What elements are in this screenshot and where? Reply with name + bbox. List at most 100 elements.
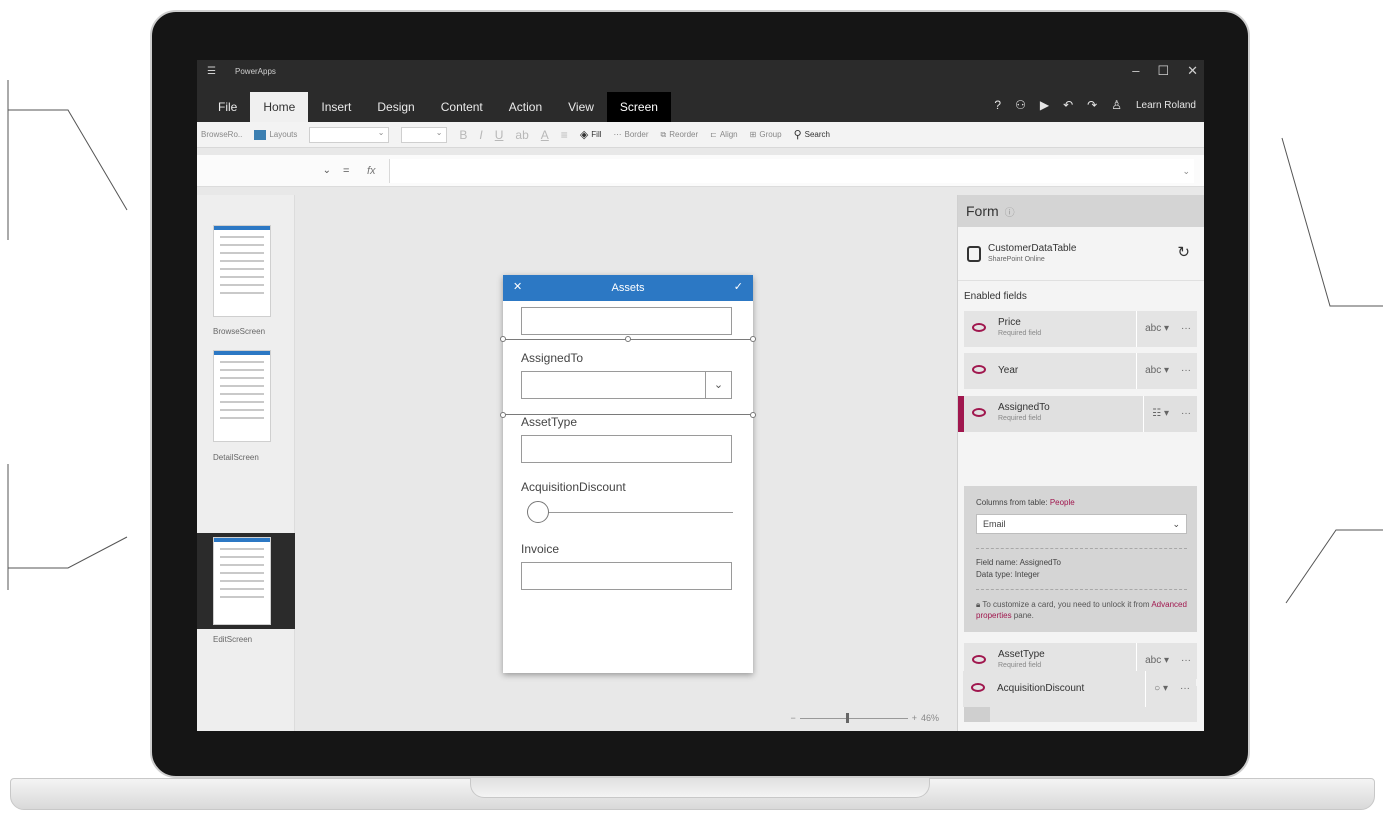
checkmark-icon[interactable]: ✓ [734,280,743,293]
redo-icon[interactable]: ↷ [1087,98,1097,112]
eye-icon[interactable] [972,655,986,664]
bold-icon[interactable]: B [459,128,467,142]
data-type-meta: Data type: Integer [976,570,1040,579]
refresh-icon[interactable]: ↻ [1177,243,1190,261]
screen-thumbnail-edit[interactable] [213,537,271,625]
chevron-down-icon[interactable]: ⌄ [1182,159,1190,183]
resize-handle[interactable] [500,336,506,342]
edit-form-preview[interactable]: ✕ Assets ✓ AssignedTo ⌄ AssetType Acquis… [500,275,756,673]
undo-icon[interactable]: ↶ [1063,98,1073,112]
resize-handle[interactable] [750,412,756,418]
fill-label: Fill [591,130,602,139]
underline-icon[interactable]: U [495,128,504,142]
fx-icon: fx [367,165,376,177]
font-select[interactable]: ⌄ [309,126,390,143]
selected-accent [958,396,964,432]
font-size-select[interactable]: ⌄ [401,126,448,143]
fill-button[interactable]: ◈ Fill [580,128,602,141]
help-icon[interactable]: ? [994,98,1001,112]
discount-slider-knob[interactable] [527,501,549,523]
zoom-slider[interactable] [799,712,908,723]
datasource-row[interactable]: CustomerDataTable SharePoint Online ↻ [958,227,1204,281]
formula-input[interactable] [389,159,1194,183]
close-button[interactable]: ✕ [1187,63,1198,79]
zoom-slider-knob[interactable] [845,712,849,723]
more-icon[interactable]: ··· [1181,311,1191,347]
field-card-year[interactable]: Year abc ▾ ··· [964,353,1197,389]
tab-view[interactable]: View [555,92,607,122]
browse-screen-label[interactable]: BrowseRo.. [201,130,242,139]
column-dropdown[interactable]: Email ⌄ [976,514,1187,534]
screen-label-browse: BrowseScreen [213,327,266,336]
laptop-notch [470,778,930,798]
database-icon [967,246,981,262]
play-icon[interactable]: ▶ [1040,98,1049,112]
control-type-select[interactable]: abc ▾ [1136,311,1169,347]
screen-label-edit: EditScreen [213,635,253,644]
zoom-in-button[interactable]: + [912,713,917,723]
formula-bar: ⌄ = fx ⌄ [197,155,1204,187]
tab-content[interactable]: Content [428,92,496,122]
screen-thumbnail-browse[interactable] [213,225,271,317]
screen-thumbnail-detail[interactable] [213,350,271,442]
resize-handle[interactable] [500,412,506,418]
search-button[interactable]: ⚲ Search [794,128,830,141]
eye-icon[interactable] [972,323,986,332]
divider [976,589,1187,590]
tab-design[interactable]: Design [364,92,427,122]
field-card-acquisitiondiscount[interactable]: AcquisitionDiscount ○ ▾ ··· [963,671,1196,707]
italic-icon[interactable]: I [479,128,482,142]
invoice-input[interactable] [521,562,732,590]
border-button[interactable]: ⋯ Border [614,130,649,139]
resize-handle[interactable] [625,336,631,342]
user-icon[interactable]: ♙ [1111,98,1122,112]
control-type-select[interactable]: ☷ ▾ [1143,396,1169,432]
control-type-select[interactable]: ○ ▾ [1145,671,1168,707]
chevron-down-icon: ⌄ [705,372,731,398]
top-text-input[interactable] [521,307,732,335]
align-button[interactable]: ⊏ Align [710,130,738,139]
discount-slider-track[interactable] [533,512,733,513]
control-type-select[interactable]: abc ▾ [1136,353,1169,389]
property-select[interactable]: ⌄ [197,159,337,183]
assigned-to-dropdown[interactable]: ⌄ [521,371,732,399]
maximize-button[interactable]: ☐ [1157,63,1169,79]
chevron-down-icon: ⌄ [1172,519,1180,529]
eye-icon[interactable] [972,365,986,374]
layouts-button[interactable]: Layouts [254,129,297,140]
minimize-button[interactable]: – [1132,63,1139,79]
group-button[interactable]: ⊞ Group [750,130,782,139]
menu-icon[interactable]: ☰ [207,66,216,77]
info-icon[interactable]: ⓘ [1005,208,1015,219]
app-checker-icon[interactable]: ⚇ [1015,98,1026,112]
asset-type-input[interactable] [521,435,732,463]
ribbon-toolbar: BrowseRo.. Layouts ⌄ ⌄ B I U ab A ≡ ◈ Fil… [197,122,1204,148]
tab-action[interactable]: Action [496,92,555,122]
more-icon[interactable]: ··· [1180,671,1190,707]
people-link[interactable]: People [1050,498,1075,507]
learn-link[interactable]: Learn Roland [1136,100,1196,111]
form-title: Assets [611,282,645,294]
field-card-price[interactable]: Price Required field abc ▾ ··· [964,311,1197,347]
field-card-assignedto[interactable]: AssignedTo Required field ☷ ▾ ··· [958,396,1197,432]
tab-file[interactable]: File [205,92,250,122]
reorder-button[interactable]: ⧉ Reorder [661,130,699,140]
eye-icon[interactable] [972,408,986,417]
title-bar: ☰ PowerApps – ☐ ✕ File Home Insert Desig… [197,60,1204,122]
strikethrough-icon[interactable]: ab [515,128,528,142]
tab-insert[interactable]: Insert [308,92,364,122]
app-window: ☰ PowerApps – ☐ ✕ File Home Insert Desig… [197,60,1204,731]
search-label: Search [804,130,830,139]
align-text-icon[interactable]: ≡ [561,128,568,142]
tab-home[interactable]: Home [250,92,309,122]
unlock-note: 🔒︎ To customize a card, you need to unlo… [976,600,1187,620]
more-icon[interactable]: ··· [1181,396,1191,432]
eye-icon[interactable] [971,683,985,692]
field-name: AssetType [998,649,1045,660]
zoom-out-button[interactable]: − [790,713,795,723]
tab-screen[interactable]: Screen [606,92,671,122]
section-label: Enabled fields [964,291,1027,302]
more-icon[interactable]: ··· [1181,353,1191,389]
font-color-icon[interactable]: A [541,128,549,142]
resize-handle[interactable] [750,336,756,342]
